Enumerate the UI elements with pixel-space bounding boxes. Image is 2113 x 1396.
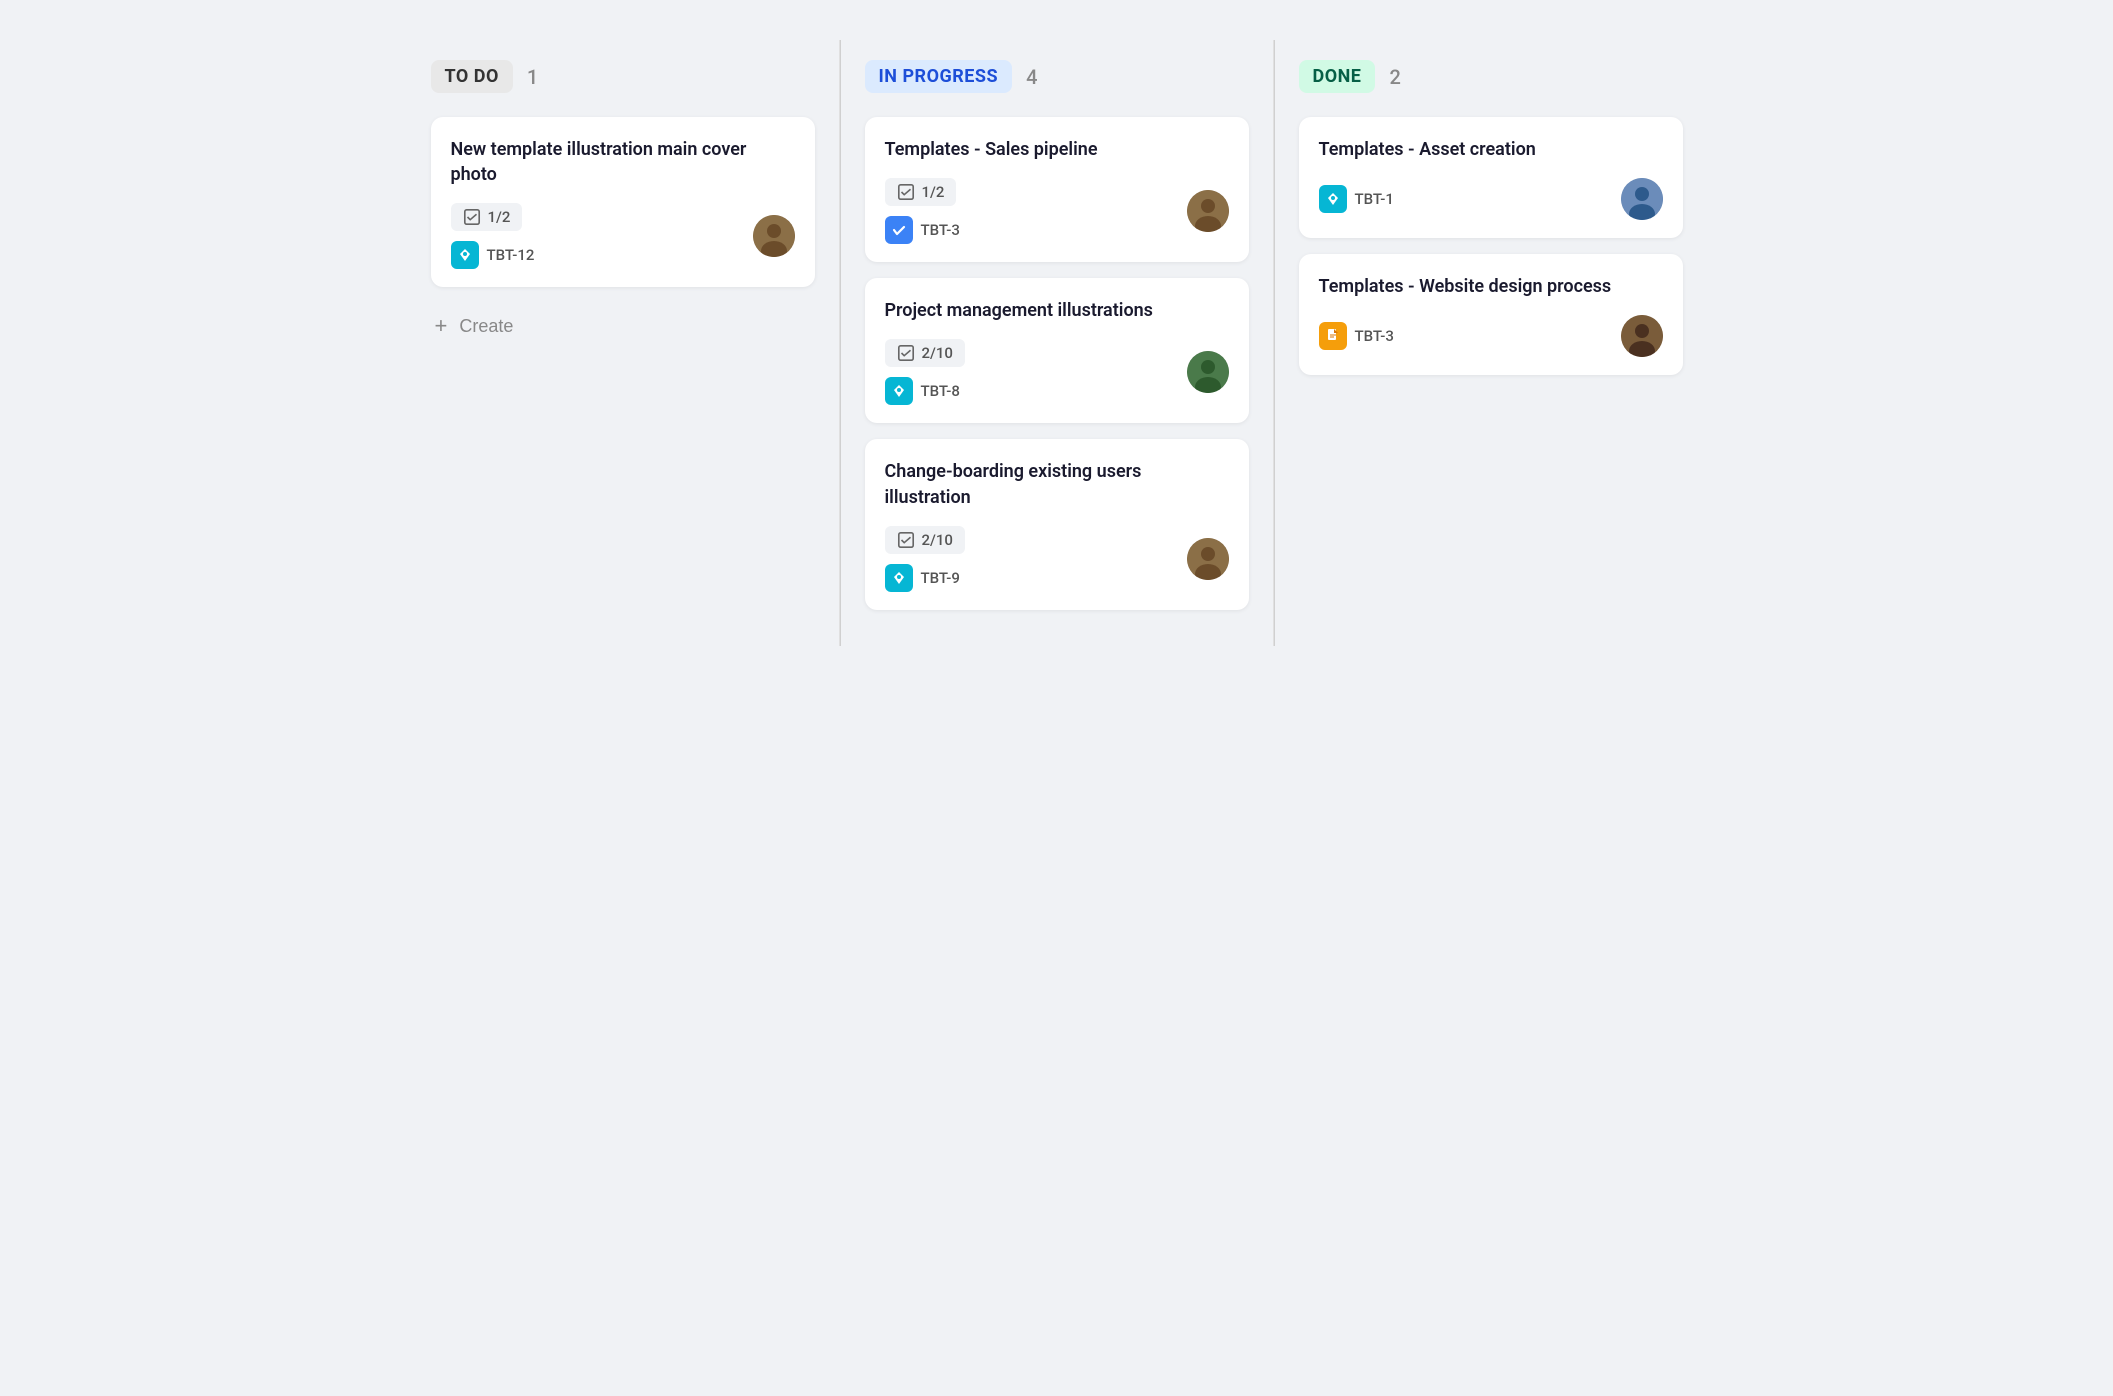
card-done-1-meta: TBT-1 [1319,178,1663,220]
avatar-face [1187,538,1229,580]
ticket-icon-cyan [885,564,913,592]
column-done: DONE 2 Templates - Asset creation TBT-1 [1275,40,1707,646]
card-todo-1-meta: 1/2 TBT-12 [451,203,795,269]
card-done-1-avatar [1621,178,1663,220]
avatar-face [1187,190,1229,232]
card-todo-1[interactable]: New template illustration main cover pho… [431,117,815,287]
card-todo-1-avatar [753,215,795,257]
diamond-icon [457,247,473,263]
card-todo-1-ticket-id: TBT-12 [487,246,535,264]
card-ip-3-meta: 2/10 TBT-9 [885,526,1229,592]
avatar-face [1621,315,1663,357]
ticket-icon-cyan [885,377,913,405]
checklist-icon [463,208,481,226]
card-ip-3-ticket-id: TBT-9 [921,569,960,587]
column-todo-header: TO DO 1 [431,60,815,93]
card-ip-3-title: Change-boarding existing users illustrat… [885,459,1229,509]
card-ip-1-ticket-id: TBT-3 [921,221,960,239]
card-todo-1-ticket: TBT-12 [451,241,535,269]
column-done-title: DONE [1299,60,1376,93]
column-todo: TO DO 1 New template illustration main c… [407,40,840,646]
card-done-2-title: Templates - Website design process [1319,274,1663,299]
diamond-icon [891,383,907,399]
checklist-icon [897,344,915,362]
card-ip-2-avatar [1187,351,1229,393]
diamond-icon [891,570,907,586]
kanban-board: TO DO 1 New template illustration main c… [407,40,1707,646]
card-done-2-avatar [1621,315,1663,357]
column-inprogress: IN PROGRESS 4 Templates - Sales pipeline… [841,40,1274,646]
checklist-icon [897,531,915,549]
card-ip-2[interactable]: Project management illustrations 2/10 [865,278,1249,423]
card-ip-3[interactable]: Change-boarding existing users illustrat… [865,439,1249,609]
create-label: Create [459,316,513,337]
file-icon [1325,328,1341,344]
card-ip-2-ticket: TBT-8 [885,377,965,405]
card-done-2-meta: TBT-3 [1319,315,1663,357]
card-ip-1-checklist: 1/2 [885,178,957,206]
column-inprogress-title: IN PROGRESS [865,60,1013,93]
avatar-face [1187,351,1229,393]
card-ip-2-checklist: 2/10 [885,339,965,367]
card-ip-2-checklist-count: 2/10 [922,344,953,362]
card-todo-1-title: New template illustration main cover pho… [451,137,795,187]
card-ip-3-ticket: TBT-9 [885,564,965,592]
column-todo-title: TO DO [431,60,513,93]
card-ip-1-avatar [1187,190,1229,232]
card-done-2[interactable]: Templates - Website design process TB [1299,254,1683,375]
ticket-icon-yellow [1319,322,1347,350]
column-inprogress-count: 4 [1026,65,1037,89]
ticket-icon-cyan [451,241,479,269]
column-done-header: DONE 2 [1299,60,1683,93]
card-ip-3-checklist: 2/10 [885,526,965,554]
card-ip-3-avatar [1187,538,1229,580]
card-todo-1-checklist: 1/2 [451,203,523,231]
column-inprogress-header: IN PROGRESS 4 [865,60,1249,93]
create-plus-icon: + [435,313,448,339]
avatar-face [1621,178,1663,220]
avatar-face [753,215,795,257]
ticket-icon-cyan [1319,185,1347,213]
diamond-icon [1325,191,1341,207]
card-ip-1-title: Templates - Sales pipeline [885,137,1229,162]
card-ip-2-title: Project management illustrations [885,298,1229,323]
column-done-count: 2 [1389,65,1400,89]
column-todo-count: 1 [527,65,538,89]
card-ip-1[interactable]: Templates - Sales pipeline 1/2 [865,117,1249,262]
card-ip-3-checklist-count: 2/10 [922,531,953,549]
card-ip-1-checklist-count: 1/2 [922,183,945,201]
card-ip-1-ticket: TBT-3 [885,216,960,244]
card-ip-1-meta: 1/2 TBT-3 [885,178,1229,244]
card-done-1-ticket-id: TBT-1 [1355,190,1394,208]
card-ip-2-ticket-id: TBT-8 [921,382,960,400]
check-icon [891,222,907,238]
card-done-1-ticket: TBT-1 [1319,185,1394,213]
card-done-1-title: Templates - Asset creation [1319,137,1663,162]
card-done-2-ticket-id: TBT-3 [1355,327,1394,345]
ticket-icon-blue-check [885,216,913,244]
card-ip-2-meta: 2/10 TBT-8 [885,339,1229,405]
card-todo-1-checklist-count: 1/2 [488,208,511,226]
card-done-2-ticket: TBT-3 [1319,322,1394,350]
checklist-icon [897,183,915,201]
card-done-1[interactable]: Templates - Asset creation TBT-1 [1299,117,1683,238]
create-button[interactable]: + Create [431,303,518,349]
